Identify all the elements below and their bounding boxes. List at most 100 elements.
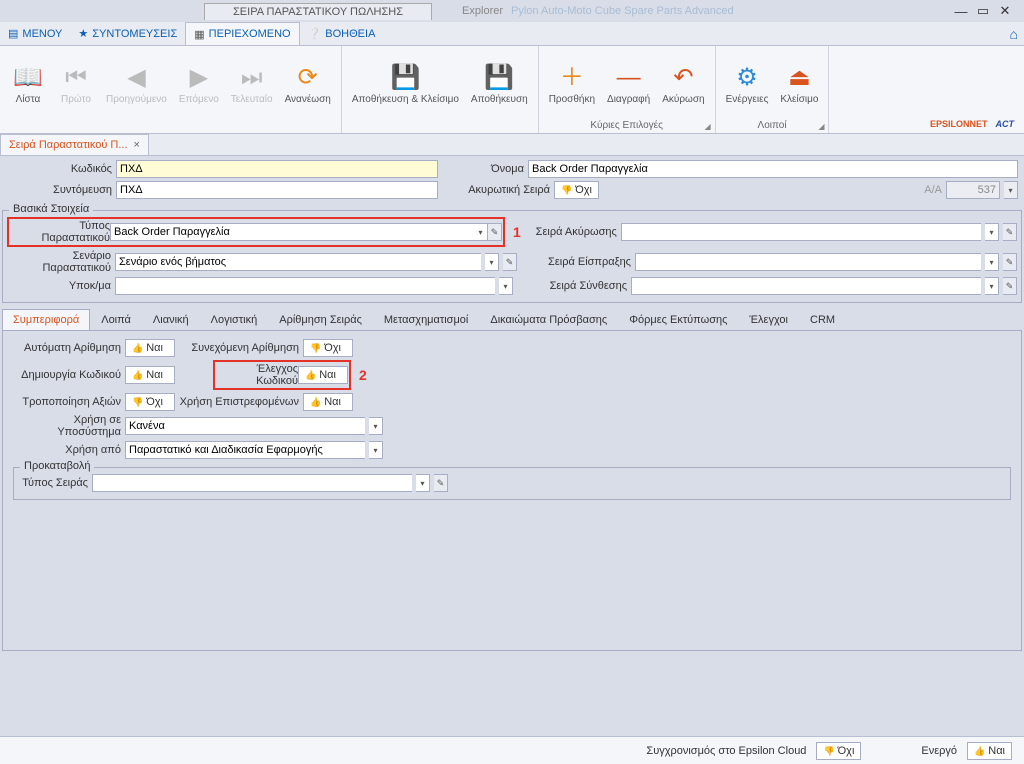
- ribbon-save-button[interactable]: 💾Αποθήκευση: [465, 58, 534, 121]
- subtab-access[interactable]: Δικαιώματα Πρόσβασης: [479, 309, 618, 330]
- annotation-2: 2: [359, 367, 367, 383]
- code-input[interactable]: [116, 160, 438, 178]
- thumb-up-icon: [132, 369, 143, 381]
- cancel-series-edit-icon[interactable]: ✎: [1003, 223, 1017, 241]
- use-returned-label: Χρήση Επιστρεφομένων: [179, 396, 299, 408]
- abbrev-input[interactable]: [116, 181, 438, 199]
- aa-label: A/A: [924, 184, 942, 196]
- compose-series-dropdown[interactable]: ▾: [985, 277, 999, 295]
- use-from-input[interactable]: [125, 441, 365, 459]
- prepay-fieldset: Προκαταβολή Τύπος Σειράς ▾ ✎: [13, 467, 1011, 500]
- subtab-print-forms[interactable]: Φόρμες Εκτύπωσης: [618, 309, 738, 330]
- ribbon-delete-button[interactable]: —Διαγραφή: [601, 58, 656, 121]
- sync-toggle[interactable]: Όχι: [816, 742, 861, 760]
- doc-type-edit-icon[interactable]: ✎: [488, 223, 502, 241]
- check-code-label: Έλεγχος Κωδικού: [216, 363, 298, 387]
- subtab-crm[interactable]: CRM: [799, 309, 846, 330]
- scenario-dropdown[interactable]: ▾: [485, 253, 499, 271]
- ribbon-refresh-button[interactable]: ⟳Ανανέωση: [279, 58, 337, 121]
- behavior-panel: Αυτόματη Αρίθμηση Ναι Συνεχόμενη Αρίθμησ…: [2, 331, 1022, 651]
- collect-series-dropdown[interactable]: ▾: [985, 253, 999, 271]
- cancel-series-dropdown[interactable]: ▾: [985, 223, 999, 241]
- document-tab-close[interactable]: ×: [134, 139, 140, 151]
- ribbon-save-close-button[interactable]: 💾Αποθήκευση & Κλείσιμο: [346, 58, 465, 121]
- compose-series-input[interactable]: [631, 277, 981, 295]
- auto-num-label: Αυτόματη Αρίθμηση: [11, 342, 121, 354]
- maximize-button[interactable]: ▭: [972, 2, 994, 20]
- doc-type-input[interactable]: [110, 223, 474, 241]
- subtab-other[interactable]: Λοιπά: [90, 309, 142, 330]
- active-toggle[interactable]: Ναι: [967, 742, 1012, 760]
- series-type-input[interactable]: [92, 474, 412, 492]
- branch-dropdown[interactable]: ▾: [499, 277, 513, 295]
- menu-help[interactable]: ❔ΒΟΗΘΕΙΑ: [300, 22, 384, 45]
- collect-series-edit-icon[interactable]: ✎: [1003, 253, 1017, 271]
- aa-dropdown[interactable]: ▾: [1004, 181, 1018, 199]
- subtab-numbering[interactable]: Αρίθμηση Σειράς: [268, 309, 373, 330]
- thumb-up-icon: [310, 396, 321, 408]
- modify-values-toggle[interactable]: Όχι: [125, 393, 175, 411]
- ribbon-add-button[interactable]: ＋Προσθήκη: [543, 58, 601, 121]
- subtab-behavior[interactable]: Συμπεριφορά: [2, 309, 90, 330]
- thumb-down-icon: [132, 396, 143, 408]
- document-tab-row: Σειρά Παραστατικού Π... ×: [0, 134, 1024, 156]
- sync-label: Συγχρονισμός στο Epsilon Cloud: [646, 745, 806, 757]
- ribbon-first-button[interactable]: ⏮Πρώτο: [52, 58, 100, 121]
- subtab-retail[interactable]: Λιανική: [142, 309, 200, 330]
- ribbon-prev-button[interactable]: ◀Προηγούμενο: [100, 58, 173, 121]
- subtab-transform[interactable]: Μετασχηματισμοί: [373, 309, 479, 330]
- top-form: Κωδικός Όνομα Συντόμευση Ακυρωτική Σειρά…: [0, 156, 1024, 206]
- ribbon-close-button[interactable]: ⏏Κλείσιμο: [774, 58, 824, 121]
- menu-bar: ▤ΜΕΝΟΥ ★ΣΥΝΤΟΜΕΥΣΕΙΣ ▦ΠΕΡΙΕΧΟΜΕΝΟ ❔ΒΟΗΘΕ…: [0, 22, 1024, 46]
- cancel-series-input[interactable]: [621, 223, 981, 241]
- ribbon-cancel-button[interactable]: ↶Ακύρωση: [656, 58, 710, 121]
- ribbon-corner-main[interactable]: ◢: [704, 122, 710, 131]
- aa-field: 537: [946, 181, 1000, 199]
- prepay-legend: Προκαταβολή: [20, 460, 94, 472]
- use-returned-toggle[interactable]: Ναι: [303, 393, 353, 411]
- series-type-dropdown[interactable]: ▾: [416, 474, 430, 492]
- check-code-toggle[interactable]: Ναι: [298, 366, 348, 384]
- thumb-up-icon: [305, 369, 316, 381]
- close-window-button[interactable]: ✕: [994, 2, 1016, 20]
- subtab-checks[interactable]: Έλεγχοι: [738, 309, 799, 330]
- use-subsystem-dropdown[interactable]: ▾: [369, 417, 383, 435]
- auto-num-toggle[interactable]: Ναι: [125, 339, 175, 357]
- series-type-edit-icon[interactable]: ✎: [434, 474, 448, 492]
- thumb-up-icon: [132, 342, 143, 354]
- branch-input[interactable]: [115, 277, 495, 295]
- cont-num-toggle[interactable]: Όχι: [303, 339, 353, 357]
- ribbon-corner-other[interactable]: ◢: [818, 122, 824, 131]
- modify-values-label: Τροποποίηση Αξιών: [11, 396, 121, 408]
- scenario-label: Σενάριο Παραστατικού: [7, 250, 111, 274]
- ribbon-next-button[interactable]: ▶Επόμενο: [173, 58, 225, 121]
- collect-series-input[interactable]: [635, 253, 981, 271]
- scenario-input[interactable]: [115, 253, 481, 271]
- compose-series-edit-icon[interactable]: ✎: [1003, 277, 1017, 295]
- scenario-edit-icon[interactable]: ✎: [503, 253, 517, 271]
- series-type-label: Τύπος Σειράς: [18, 477, 88, 489]
- use-from-dropdown[interactable]: ▾: [369, 441, 383, 459]
- create-code-label: Δημιουργία Κωδικού: [11, 369, 121, 381]
- home-icon[interactable]: ⌂: [1010, 22, 1018, 45]
- subtab-accounting[interactable]: Λογιστική: [200, 309, 269, 330]
- menu-content[interactable]: ▦ΠΕΡΙΕΧΟΜΕΝΟ: [185, 22, 299, 45]
- ribbon-list-button[interactable]: 📖Λίστα: [4, 58, 52, 121]
- menu-menu[interactable]: ▤ΜΕΝΟΥ: [0, 22, 70, 45]
- window-tab-title: ΣΕΙΡΑ ΠΑΡΑΣΤΑΤΙΚΟΥ ΠΩΛΗΣΗΣ: [204, 3, 432, 20]
- name-input[interactable]: [528, 160, 1018, 178]
- menu-shortcuts[interactable]: ★ΣΥΝΤΟΜΕΥΣΕΙΣ: [70, 22, 185, 45]
- ribbon-actions-button[interactable]: ⚙Ενέργειες: [720, 58, 775, 121]
- use-from-label: Χρήση από: [11, 444, 121, 456]
- minimize-button[interactable]: —: [950, 2, 972, 20]
- doc-type-dropdown[interactable]: ▾: [474, 223, 488, 241]
- name-label: Όνομα: [454, 163, 524, 175]
- create-code-toggle[interactable]: Ναι: [125, 366, 175, 384]
- cancel-series-toggle[interactable]: Όχι: [554, 181, 599, 199]
- cancel-series-label: Ακυρωτική Σειρά: [442, 184, 550, 196]
- explorer-label: Explorer: [462, 5, 503, 17]
- branch-label: Υποκ/μα: [7, 280, 111, 292]
- document-tab[interactable]: Σειρά Παραστατικού Π... ×: [0, 134, 149, 155]
- ribbon-last-button[interactable]: ⏭Τελευταίο: [225, 58, 279, 121]
- use-subsystem-input[interactable]: [125, 417, 365, 435]
